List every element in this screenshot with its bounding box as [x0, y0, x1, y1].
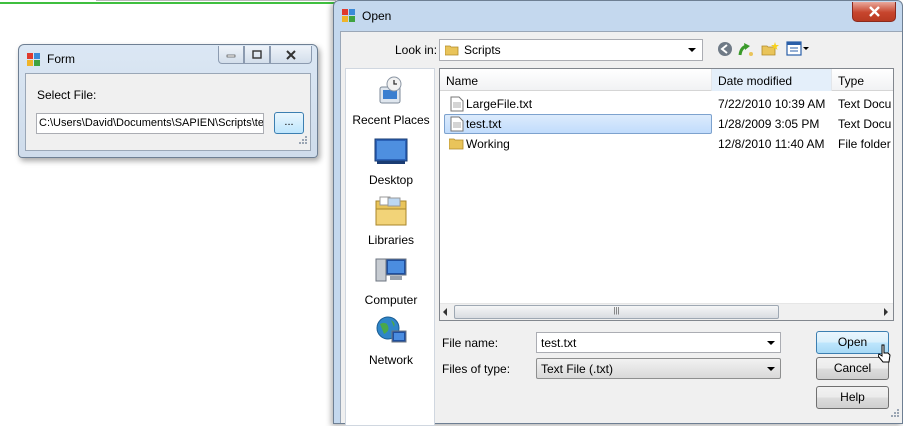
column-type[interactable]: Type	[832, 69, 895, 91]
files-of-type-label: Files of type:	[442, 362, 511, 376]
look-in-label: Look in:	[395, 43, 438, 57]
close-icon	[286, 49, 296, 60]
form-title: Form	[47, 52, 75, 66]
scrollbar-thumb[interactable]: |||	[454, 305, 779, 319]
file-name-value: test.txt	[541, 336, 577, 350]
up-folder-icon[interactable]	[738, 41, 754, 60]
look-in-dropdown[interactable]: Scripts	[439, 39, 703, 61]
file-type: Text Docu	[838, 97, 892, 111]
places-bar: Recent Places Desktop Libraries Computer	[345, 68, 435, 426]
dialog-client-area: Look in: Scripts Recent Places Desktop L…	[340, 31, 902, 426]
back-icon[interactable]	[717, 41, 733, 60]
libraries-icon	[346, 195, 436, 230]
network-icon	[346, 315, 436, 350]
form-client-area: Select File: C:\Users\David\Documents\SA…	[25, 73, 311, 151]
file-name-label: File name:	[442, 336, 499, 350]
place-label: Recent Places	[352, 113, 430, 127]
file-type: Text Docu	[838, 117, 892, 131]
open-dialog: Open Look in: Scripts Recent Places Desk…	[333, 0, 903, 426]
computer-icon	[346, 255, 436, 290]
form-title-bar[interactable]: Form	[19, 45, 317, 72]
column-date-modified[interactable]: Date modified	[712, 69, 832, 91]
place-label: Desktop	[368, 173, 414, 187]
text-file-icon	[450, 116, 464, 135]
look-in-value: Scripts	[464, 43, 501, 57]
scroll-left-icon[interactable]	[443, 308, 447, 316]
view-menu-icon[interactable]	[786, 41, 810, 60]
file-type: File folder	[838, 137, 891, 151]
dialog-title: Open	[362, 9, 392, 23]
browse-button[interactable]: ...	[274, 112, 304, 134]
horizontal-scrollbar[interactable]: |||	[440, 303, 893, 320]
file-date: 7/22/2010 10:39 AM	[718, 97, 826, 111]
place-desktop[interactable]: Desktop	[346, 135, 436, 187]
mouse-pointer-icon	[877, 344, 892, 367]
folder-icon	[444, 44, 459, 59]
maximize-button[interactable]	[244, 46, 270, 64]
folder-icon	[448, 137, 464, 153]
background-accent-line	[0, 2, 340, 4]
place-label: Libraries	[367, 233, 415, 247]
file-row-selected[interactable]: test.txt 1/28/2009 3:05 PM Text Docu	[440, 114, 895, 134]
help-button[interactable]: Help	[816, 386, 889, 409]
desktop-icon	[346, 135, 436, 170]
file-name-input[interactable]: test.txt	[536, 332, 781, 353]
column-header: Name Date modified Type	[440, 69, 893, 91]
close-icon	[868, 6, 880, 17]
file-list: Name Date modified Type LargeFile.txt 7/…	[439, 68, 894, 321]
file-row[interactable]: LargeFile.txt 7/22/2010 10:39 AM Text Do…	[440, 94, 895, 114]
form-close-button[interactable]	[270, 46, 312, 64]
app-window-icon	[27, 53, 41, 70]
dialog-close-button[interactable]	[852, 2, 896, 22]
place-label: Network	[368, 353, 413, 367]
place-network[interactable]: Network	[346, 315, 436, 367]
file-name: test.txt	[466, 117, 502, 131]
minimize-button[interactable]	[218, 46, 244, 64]
app-window-icon	[342, 9, 356, 26]
place-label: Computer	[364, 293, 418, 307]
chevron-down-icon[interactable]	[767, 341, 775, 345]
column-name[interactable]: Name	[440, 69, 712, 91]
file-name: Working	[466, 137, 510, 151]
file-row[interactable]: Working 12/8/2010 11:40 AM File folder	[440, 134, 895, 154]
caption-buttons	[218, 46, 312, 64]
files-of-type-dropdown[interactable]: Text File (.txt)	[536, 358, 781, 379]
resize-grip-icon[interactable]	[891, 407, 900, 421]
chevron-down-icon	[767, 367, 775, 371]
place-recent-places[interactable]: Recent Places	[346, 75, 436, 127]
place-libraries[interactable]: Libraries	[346, 195, 436, 247]
file-date: 1/28/2009 3:05 PM	[718, 117, 820, 131]
minimize-icon	[226, 54, 236, 57]
file-name: LargeFile.txt	[466, 97, 533, 111]
background-divider	[96, 0, 336, 1]
file-date: 12/8/2010 11:40 AM	[718, 137, 825, 151]
form-window: Form Select File: C:\Users\David\Documen…	[18, 44, 318, 158]
place-computer[interactable]: Computer	[346, 255, 436, 307]
new-folder-icon[interactable]	[761, 41, 779, 60]
select-file-label: Select File:	[37, 88, 97, 102]
maximize-icon	[252, 50, 262, 59]
recent-places-icon	[346, 75, 436, 110]
text-file-icon	[450, 96, 464, 115]
dialog-title-bar[interactable]: Open	[334, 1, 902, 31]
files-of-type-value: Text File (.txt)	[541, 362, 614, 376]
chevron-down-icon	[688, 48, 696, 52]
resize-grip-icon[interactable]	[299, 134, 308, 148]
file-path-input[interactable]: C:\Users\David\Documents\SAPIEN\Scripts\…	[36, 113, 264, 134]
scroll-right-icon[interactable]	[884, 308, 888, 316]
